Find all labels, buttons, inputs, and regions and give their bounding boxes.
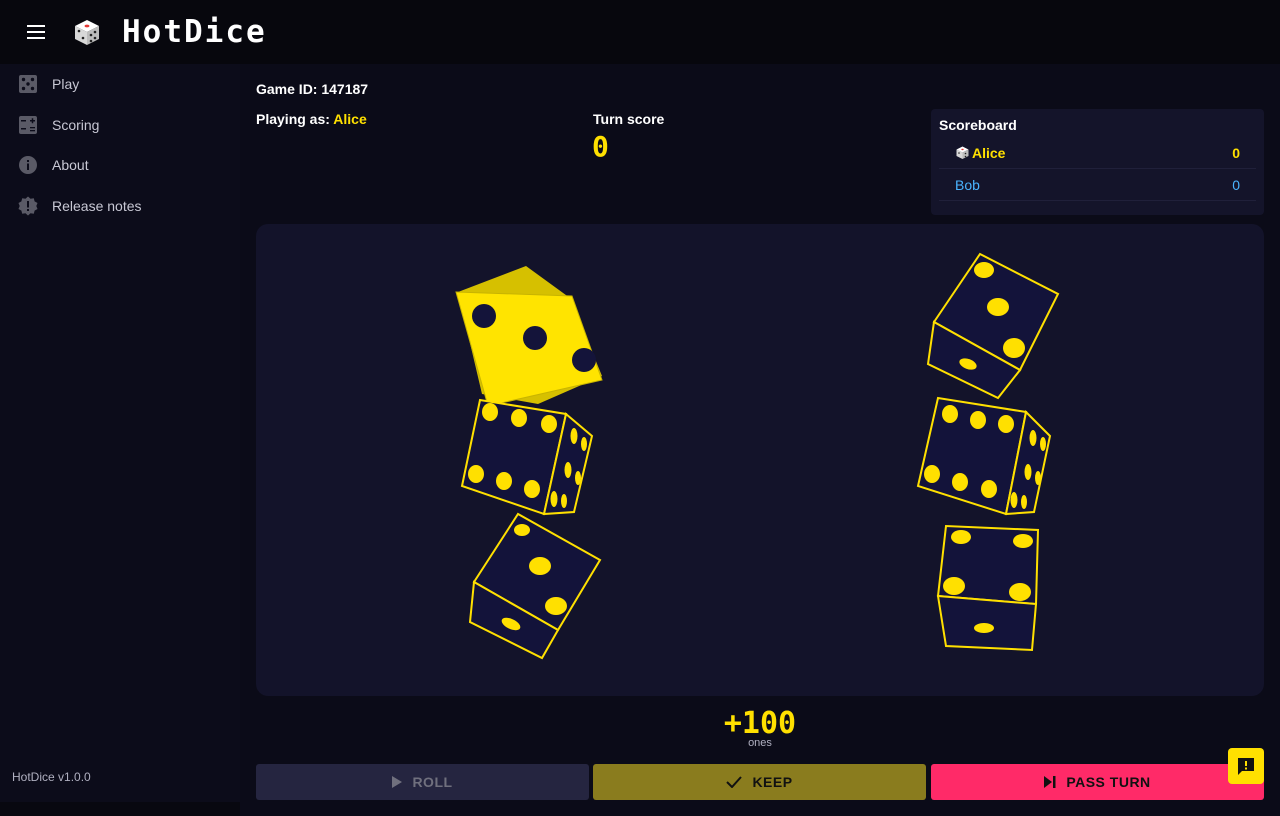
scoreboard: Scoreboard Alice 0 Bob 0 [931, 109, 1264, 215]
roll-button-label: ROLL [412, 774, 453, 790]
die-2[interactable] [458, 398, 598, 518]
menu-button[interactable] [0, 0, 72, 64]
player-score: 0 [1232, 144, 1240, 161]
feedback-icon [1238, 758, 1254, 775]
game-id: Game ID: 147187 [256, 81, 369, 97]
scoreboard-row: Bob 0 [939, 169, 1256, 201]
dice-five-icon [18, 74, 38, 94]
die-3[interactable] [466, 512, 602, 660]
current-turn-dice-icon [956, 146, 969, 159]
turn-score-label: Turn score [593, 111, 665, 127]
sidebar-item-release-notes[interactable]: Release notes [0, 186, 240, 227]
scoreboard-row: Alice 0 [939, 137, 1256, 169]
sidebar-item-about[interactable]: About [0, 145, 240, 186]
pass-turn-button[interactable]: PASS TURN [931, 764, 1264, 800]
roll-button[interactable]: ROLL [256, 764, 589, 800]
player-score: 0 [1232, 176, 1240, 193]
selection-score: +100 [723, 706, 797, 741]
die-6[interactable] [932, 522, 1042, 654]
sidebar-item-label: Release notes [52, 197, 142, 214]
pass-turn-button-label: PASS TURN [1066, 774, 1151, 790]
die-5[interactable] [916, 396, 1056, 518]
top-app-bar: HotDice [0, 0, 1280, 64]
turn-score-value: 0 [592, 130, 609, 163]
playing-as: Playing as: Alice [256, 111, 367, 127]
app-title: HotDice [122, 14, 267, 50]
selection-description: ones [748, 737, 772, 749]
sidebar-item-label: Play [52, 76, 80, 93]
sidebar-item-label: About [52, 157, 89, 174]
game-area: Game ID: 147187 Playing as: Alice Turn s… [240, 64, 1280, 816]
player-name-text: Alice [972, 144, 1006, 161]
die-4[interactable] [922, 252, 1062, 402]
app-version: HotDice v1.0.0 [12, 770, 91, 784]
scoreboard-title: Scoreboard [939, 117, 1017, 133]
check-icon [726, 776, 743, 788]
info-icon [18, 155, 38, 175]
skip-next-icon [1044, 776, 1056, 788]
playing-as-label: Playing as: [256, 111, 330, 127]
dice-board [256, 224, 1264, 696]
keep-button-label: KEEP [752, 774, 793, 790]
sidebar-item-label: Scoring [52, 116, 100, 133]
play-icon [392, 776, 403, 788]
logo-dice-icon [75, 20, 99, 45]
hamburger-icon [27, 25, 45, 39]
feedback-button[interactable] [1228, 748, 1264, 784]
die-1[interactable] [452, 258, 612, 414]
player-name: Bob [955, 176, 980, 193]
player-name: Alice [955, 145, 1005, 161]
current-player-name: Alice [333, 111, 367, 127]
sidebar-item-scoring[interactable]: Scoring [0, 105, 240, 146]
keep-button[interactable]: KEEP [593, 764, 926, 800]
sidebar: Play Scoring About Release notes HotDice… [0, 64, 240, 802]
sidebar-item-play[interactable]: Play [0, 64, 240, 105]
release-badge-icon [18, 196, 38, 216]
calculator-icon [18, 115, 38, 135]
